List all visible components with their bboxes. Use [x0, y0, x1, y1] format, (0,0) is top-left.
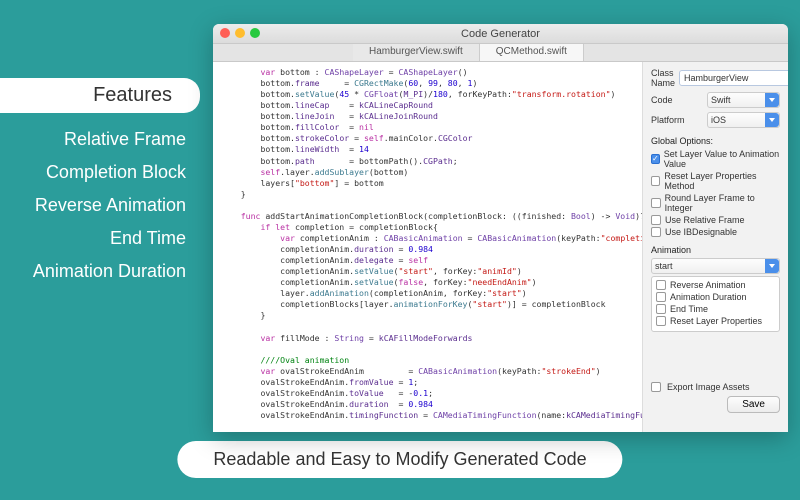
tab-qcmethod[interactable]: QCMethod.swift — [480, 44, 584, 61]
window-controls[interactable] — [220, 28, 260, 38]
tab-hamburgerview[interactable]: HamburgerView.swift — [353, 44, 480, 61]
chevron-down-icon — [765, 93, 779, 107]
animation-select[interactable]: start — [651, 258, 780, 274]
option-label: Use IBDesignable — [665, 227, 737, 237]
window-title: Code Generator — [461, 28, 540, 40]
option-label: Reverse Animation — [670, 280, 746, 290]
checkbox-end-time[interactable] — [656, 304, 666, 314]
option-label: Animation Duration — [670, 292, 747, 302]
feature-item: Relative Frame — [0, 123, 200, 156]
chevron-down-icon — [765, 113, 779, 127]
options-panel: Class Name Code Swift Platform iOS Globa… — [643, 62, 788, 432]
checkbox-round-layer-frame[interactable] — [651, 198, 661, 208]
checkbox-reset-layer-properties[interactable] — [656, 316, 666, 326]
code-generator-window: Code Generator HamburgerView.swift QCMet… — [213, 24, 788, 432]
zoom-icon[interactable] — [250, 28, 260, 38]
option-label: End Time — [670, 304, 708, 314]
code-content: var bottom : CAShapeLayer = CAShapeLayer… — [213, 62, 642, 432]
tagline-pill: Readable and Easy to Modify Generated Co… — [177, 441, 622, 478]
code-select[interactable]: Swift — [707, 92, 780, 108]
save-button[interactable]: Save — [727, 396, 780, 413]
feature-item: Completion Block — [0, 156, 200, 189]
option-label: Reset Layer Properties — [670, 316, 762, 326]
option-label: Set Layer Value to Animation Value — [664, 149, 780, 169]
option-label: Round Layer Frame to Integer — [665, 193, 780, 213]
checkbox-reset-layer-props-method[interactable] — [651, 176, 660, 186]
close-icon[interactable] — [220, 28, 230, 38]
code-label: Code — [651, 95, 703, 105]
class-name-label: Class Name — [651, 68, 675, 88]
features-title: Features — [0, 78, 200, 113]
option-label: Reset Layer Properties Method — [664, 171, 780, 191]
animation-title: Animation — [651, 245, 780, 255]
platform-label: Platform — [651, 115, 703, 125]
code-editor[interactable]: var bottom : CAShapeLayer = CAShapeLayer… — [213, 62, 643, 432]
checkbox-use-relative-frame[interactable] — [651, 215, 661, 225]
titlebar: Code Generator — [213, 24, 788, 44]
checkbox-animation-duration[interactable] — [656, 292, 666, 302]
feature-item: End Time — [0, 222, 200, 255]
tabbar: HamburgerView.swift QCMethod.swift — [213, 44, 788, 62]
global-options-title: Global Options: — [651, 136, 780, 146]
chevron-down-icon — [765, 259, 779, 273]
feature-item: Reverse Animation — [0, 189, 200, 222]
features-panel: Features Relative Frame Completion Block… — [0, 78, 200, 288]
checkbox-reverse-animation[interactable] — [656, 280, 666, 290]
option-label: Use Relative Frame — [665, 215, 745, 225]
minimize-icon[interactable] — [235, 28, 245, 38]
platform-select[interactable]: iOS — [707, 112, 780, 128]
export-label: Export Image Assets — [667, 382, 750, 392]
animation-options-box: Reverse Animation Animation Duration End… — [651, 276, 780, 332]
checkbox-export-image-assets[interactable] — [651, 382, 661, 392]
feature-item: Animation Duration — [0, 255, 200, 288]
class-name-input[interactable] — [679, 70, 788, 86]
checkbox-set-layer-value[interactable]: ✓ — [651, 154, 660, 164]
checkbox-use-ibdesignable[interactable] — [651, 227, 661, 237]
